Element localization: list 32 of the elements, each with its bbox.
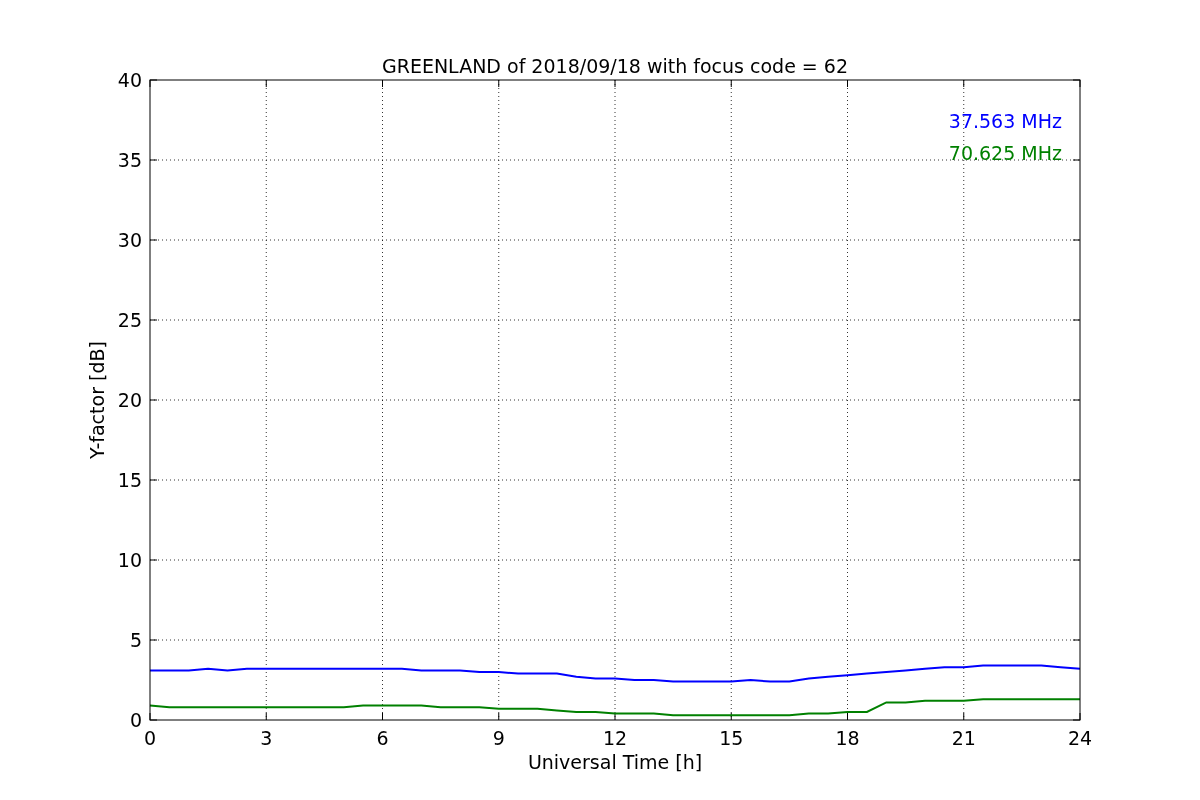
legend-label: 37.563 MHz	[948, 110, 1062, 132]
tick-label: 0	[143, 727, 157, 749]
legend-label: 70.625 MHz	[948, 142, 1062, 164]
tick-label: 25	[117, 309, 142, 331]
tick-mark	[1072, 639, 1081, 641]
chart-title: GREENLAND of 2018/09/18 with focus code = 62	[382, 55, 848, 77]
tick-mark	[1072, 239, 1081, 241]
tick-label: 10	[117, 549, 142, 571]
tick-mark	[1072, 319, 1081, 321]
tick-label: 35	[117, 149, 142, 171]
tick-label: 15	[117, 469, 142, 491]
tick-label: 3	[260, 727, 273, 749]
tick-mark	[1072, 559, 1081, 561]
tick-label: 21	[951, 727, 976, 749]
axis-label: Y-factor [dB]	[86, 341, 108, 459]
tick-label: 12	[602, 727, 628, 749]
tick-mark	[1072, 159, 1081, 161]
tick-label: 20	[117, 389, 142, 411]
axis-label: Universal Time [h]	[527, 751, 703, 773]
tick-mark	[1072, 479, 1081, 481]
tick-label: 24	[1067, 727, 1093, 749]
tick-label: 40	[117, 69, 142, 91]
tick-label: 5	[129, 629, 142, 651]
tick-label: 15	[719, 727, 744, 749]
tick-label: 6	[376, 727, 389, 749]
tick-mark	[1072, 399, 1081, 401]
tick-label: 18	[835, 727, 860, 749]
tick-mark	[847, 712, 848, 721]
tick-label: 30	[117, 229, 142, 251]
tick-label: 0	[129, 709, 142, 731]
tick-mark	[614, 712, 616, 721]
tick-label: 9	[492, 727, 505, 749]
